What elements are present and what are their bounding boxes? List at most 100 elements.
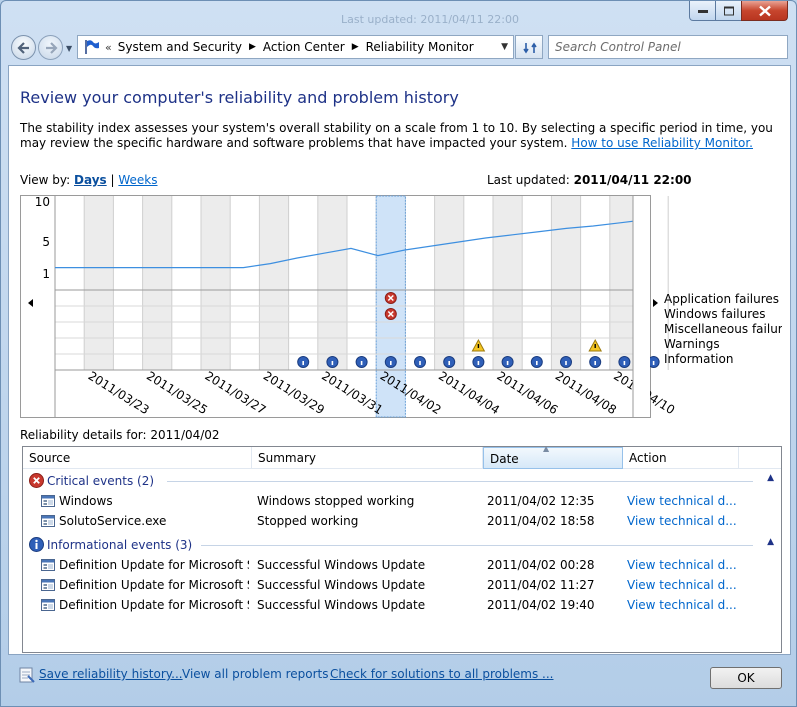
info-icon-mark (331, 361, 334, 365)
recent-pages-chevron-icon[interactable]: ▼ (66, 44, 72, 53)
maximize-button[interactable] (715, 1, 742, 21)
last-updated-label: Last updated: (487, 173, 570, 187)
sort-ascending-icon: ▲ (543, 446, 550, 453)
info-icon-mark (565, 361, 567, 365)
info-icon-mark (360, 361, 363, 365)
title-ghost: Last updated: 2011/04/11 22:00 (341, 13, 519, 26)
row-date: 2011/04/02 11:27 (487, 578, 595, 592)
back-arrow-icon (17, 42, 29, 54)
info-icon-mark (419, 361, 421, 365)
column-summary[interactable]: Summary (252, 447, 483, 469)
row-source: Definition Update for Microsoft Se... (59, 578, 249, 592)
info-icon-mark (652, 361, 655, 365)
scroll-right-icon (653, 299, 658, 307)
info-icon-mark (477, 361, 480, 365)
table-row[interactable]: Windows Windows stopped working 2011/04/… (23, 491, 781, 511)
reliability-chart[interactable]: 10512011/03/232011/03/252011/03/272011/0… (20, 195, 782, 419)
group-informational-events[interactable]: Informational events (3) ▲ (23, 535, 781, 555)
group-critical-label: Critical events (2) (47, 474, 155, 488)
row-date: 2011/04/02 19:40 (487, 598, 595, 612)
details-label-text: Reliability details for: (20, 428, 147, 442)
breadcrumb-separator-icon[interactable]: ▶ (249, 42, 256, 52)
table-row[interactable]: Definition Update for Microsoft Se... Su… (23, 595, 781, 615)
row-date: 2011/04/02 12:35 (487, 494, 595, 508)
view-by-weeks-link[interactable]: Weeks (118, 173, 157, 187)
legend-label: Windows failures (664, 307, 766, 321)
breadcrumb-system-security[interactable]: System and Security (118, 40, 242, 54)
legend-label: Information (664, 352, 733, 366)
column-shade (317, 196, 347, 370)
y-tick-label: 5 (42, 235, 50, 249)
check-for-solutions-link[interactable]: Check for solutions to all problems ... (330, 667, 554, 681)
row-source: Definition Update for Microsoft Se... (59, 558, 249, 572)
application-icon (41, 559, 55, 571)
info-icon-mark (302, 361, 304, 365)
info-icon-mark (623, 361, 626, 365)
table-row[interactable]: Definition Update for Microsoft Se... Su… (23, 555, 781, 575)
application-icon (41, 515, 55, 527)
last-updated-value: 2011/04/11 22:00 (573, 173, 692, 187)
column-shade (493, 196, 523, 370)
view-technical-details-link[interactable]: View technical d... (627, 598, 737, 612)
column-date[interactable]: Date (483, 447, 623, 469)
ok-button[interactable]: OK (710, 667, 782, 689)
row-summary: Windows stopped working (257, 494, 415, 508)
row-date: 2011/04/02 18:58 (487, 514, 595, 528)
info-icon-mark (448, 361, 450, 365)
row-summary: Successful Windows Update (257, 558, 426, 572)
row-date: 2011/04/02 00:28 (487, 558, 595, 572)
forward-button[interactable] (38, 35, 63, 60)
legend-label: Miscellaneous failures (664, 322, 782, 336)
navigation-bar: ▼ « System and Security ▶ Action Center … (1, 31, 796, 84)
application-icon (41, 495, 55, 507)
reliability-details-table: Source Summary Date Action ▲ Critical ev… (22, 446, 782, 653)
view-technical-details-link[interactable]: View technical d... (627, 558, 737, 572)
view-technical-details-link[interactable]: View technical d... (627, 578, 737, 592)
view-technical-details-link[interactable]: View technical d... (627, 514, 737, 528)
minimize-button[interactable] (689, 1, 716, 21)
row-source: Definition Update for Microsoft Se... (59, 598, 249, 612)
breadcrumb-overflow-icon[interactable]: « (105, 41, 112, 54)
row-source: SolutoService.exe (59, 514, 167, 528)
address-bar[interactable]: « System and Security ▶ Action Center ▶ … (77, 35, 514, 59)
breadcrumb-reliability-monitor[interactable]: Reliability Monitor (366, 40, 474, 54)
address-dropdown-icon[interactable]: ▼ (501, 42, 508, 52)
details-label-date: 2011/04/02 (150, 428, 220, 442)
column-shade (551, 196, 581, 370)
group-critical-events[interactable]: Critical events (2) ▲ (23, 471, 781, 491)
column-action[interactable]: Action (623, 447, 739, 469)
close-button[interactable] (741, 1, 788, 21)
y-tick-label: 10 (35, 195, 50, 209)
forward-arrow-icon (46, 42, 58, 54)
title-bar[interactable]: Last updated: 2011/04/11 22:00 (1, 1, 796, 31)
collapse-caret-icon[interactable]: ▲ (767, 537, 774, 547)
how-to-use-link[interactable]: How to use Reliability Monitor. (571, 136, 753, 150)
group-informational-label: Informational events (3) (47, 538, 193, 552)
view-all-problem-reports-link[interactable]: View all problem reports (182, 667, 329, 681)
save-reliability-history-link[interactable]: Save reliability history... (39, 667, 183, 681)
view-by-label: View by: (20, 173, 71, 187)
last-updated: Last updated: 2011/04/11 22:00 (487, 173, 692, 187)
search-input[interactable]: Search Control Panel (548, 35, 788, 59)
warning-icon-mark (477, 344, 480, 348)
info-icon-mark (390, 361, 392, 365)
breadcrumb-action-center[interactable]: Action Center (263, 40, 345, 54)
info-icon (29, 537, 44, 552)
table-row[interactable]: SolutoService.exe Stopped working 2011/0… (23, 511, 781, 531)
back-button[interactable] (11, 35, 36, 60)
table-row[interactable]: Definition Update for Microsoft Se... Su… (23, 575, 781, 595)
collapse-caret-icon[interactable]: ▲ (767, 473, 774, 483)
close-icon (758, 5, 771, 16)
breadcrumb-separator-icon[interactable]: ▶ (352, 42, 359, 52)
info-icon-mark (594, 361, 596, 365)
refresh-button[interactable] (515, 35, 543, 59)
column-source[interactable]: Source (23, 447, 252, 469)
footer: Save reliability history... View all pro… (1, 655, 796, 707)
row-source: Windows (59, 494, 113, 508)
scroll-right-area (633, 196, 650, 417)
view-technical-details-link[interactable]: View technical d... (627, 494, 737, 508)
row-summary: Successful Windows Update (257, 578, 426, 592)
application-icon (41, 599, 55, 611)
window: Last updated: 2011/04/11 22:00 ▼ « Syste… (0, 0, 797, 707)
view-by-days-link[interactable]: Days (74, 173, 107, 187)
